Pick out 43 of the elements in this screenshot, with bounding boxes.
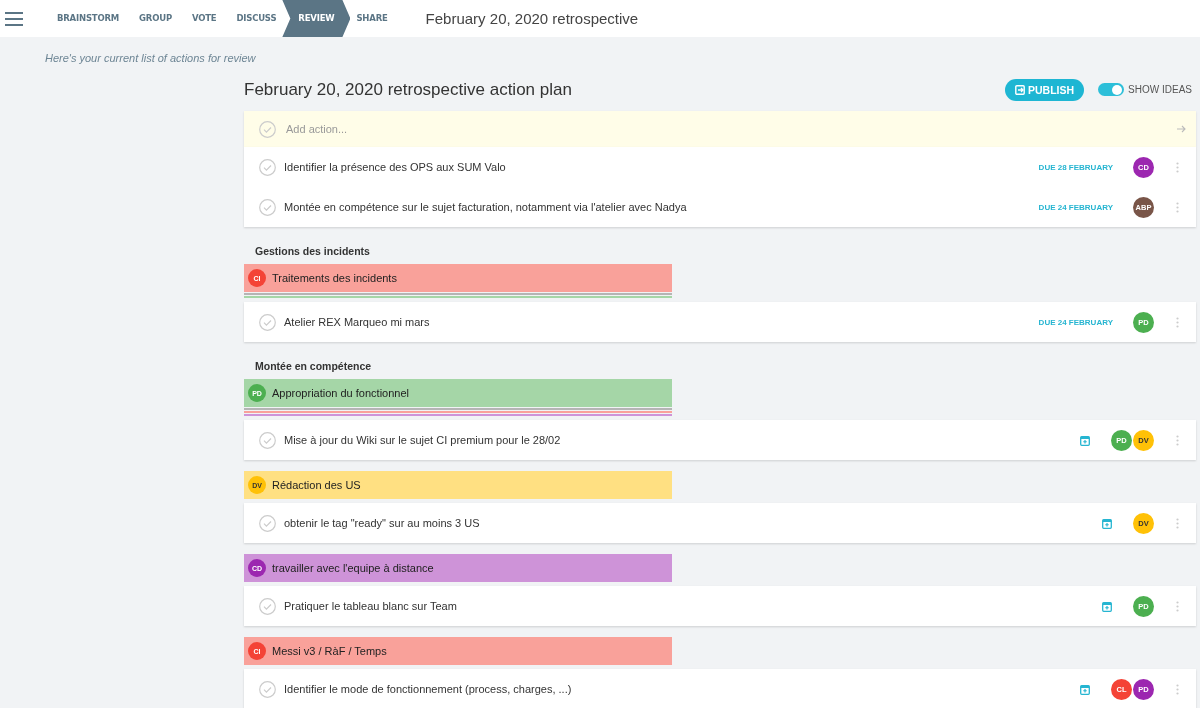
idea-text: Traitements des incidents [272,272,397,284]
show-ideas-toggle[interactable] [1098,83,1125,96]
calendar-icon[interactable] [1080,683,1090,695]
stage-tab[interactable]: GROUP [129,0,182,37]
action-text: Mise à jour du Wiki sur le sujet CI premium pour le 28/02 [284,434,562,446]
add-action-input[interactable]: Add action... [284,122,1169,136]
idea-text: Messi v3 / RàF / Temps [272,645,387,657]
idea-text: Rédaction des US [272,479,361,491]
review-hint: Here's your current list of actions for review [44,51,257,66]
stage-tab[interactable]: BRAINSTORM [47,0,130,37]
action-text: Montée en compétence sur le sujet facturation, notamment via l'atelier avec Nadya [284,201,688,213]
due-date[interactable]: DUE 24 FEBRUARY [1038,317,1113,327]
action-text: obtenir le tag "ready" sur au moins 3 US [284,517,481,529]
action-text: Identifier le mode de fonctionnement (process, charges, ...) [284,683,573,695]
check-circle-icon[interactable] [259,158,276,176]
calendar-icon[interactable] [1102,517,1112,529]
check-circle-icon[interactable] [259,431,276,449]
check-circle-icon[interactable] [259,514,276,532]
due-date[interactable]: DUE 24 FEBRUARY [1038,202,1113,212]
check-circle-icon[interactable] [259,313,276,331]
idea-text: Appropriation du fonctionnel [272,387,409,399]
export-icon [1015,84,1025,95]
action-text: Pratiquer le tableau blanc sur Team [284,600,458,612]
calendar-icon[interactable] [1102,600,1112,612]
action-plan-title: February 20, 2020 retrospective action plan [244,79,573,100]
idea-text: travailler avec l'equipe à distance [272,562,434,574]
menu-icon[interactable] [5,11,23,26]
calendar-icon[interactable] [1080,434,1090,446]
group-heading: Gestions des incidents [254,244,371,259]
action-text: Atelier REX Marqueo mi mars [284,316,431,328]
stage-tab[interactable]: REVIEW [282,0,351,37]
check-circle-icon[interactable] [259,597,276,615]
check-circle-icon[interactable] [259,198,276,216]
check-circle-icon[interactable] [259,680,276,698]
check-circle-icon [259,120,276,138]
group-heading: Montée en compétence [254,359,373,374]
add-action-field[interactable]: Add action... [244,111,1196,147]
arrow-right-icon[interactable] [1177,125,1186,133]
stage-tab[interactable]: VOTE [181,0,227,37]
show-ideas-label: SHOW IDEAS [1128,84,1192,95]
retrospective-title: February 20, 2020 retrospective [425,10,639,27]
action-text: Identifier la présence des OPS aux SUM Valo [284,161,507,173]
due-date[interactable]: DUE 28 FEBRUARY [1038,162,1113,172]
